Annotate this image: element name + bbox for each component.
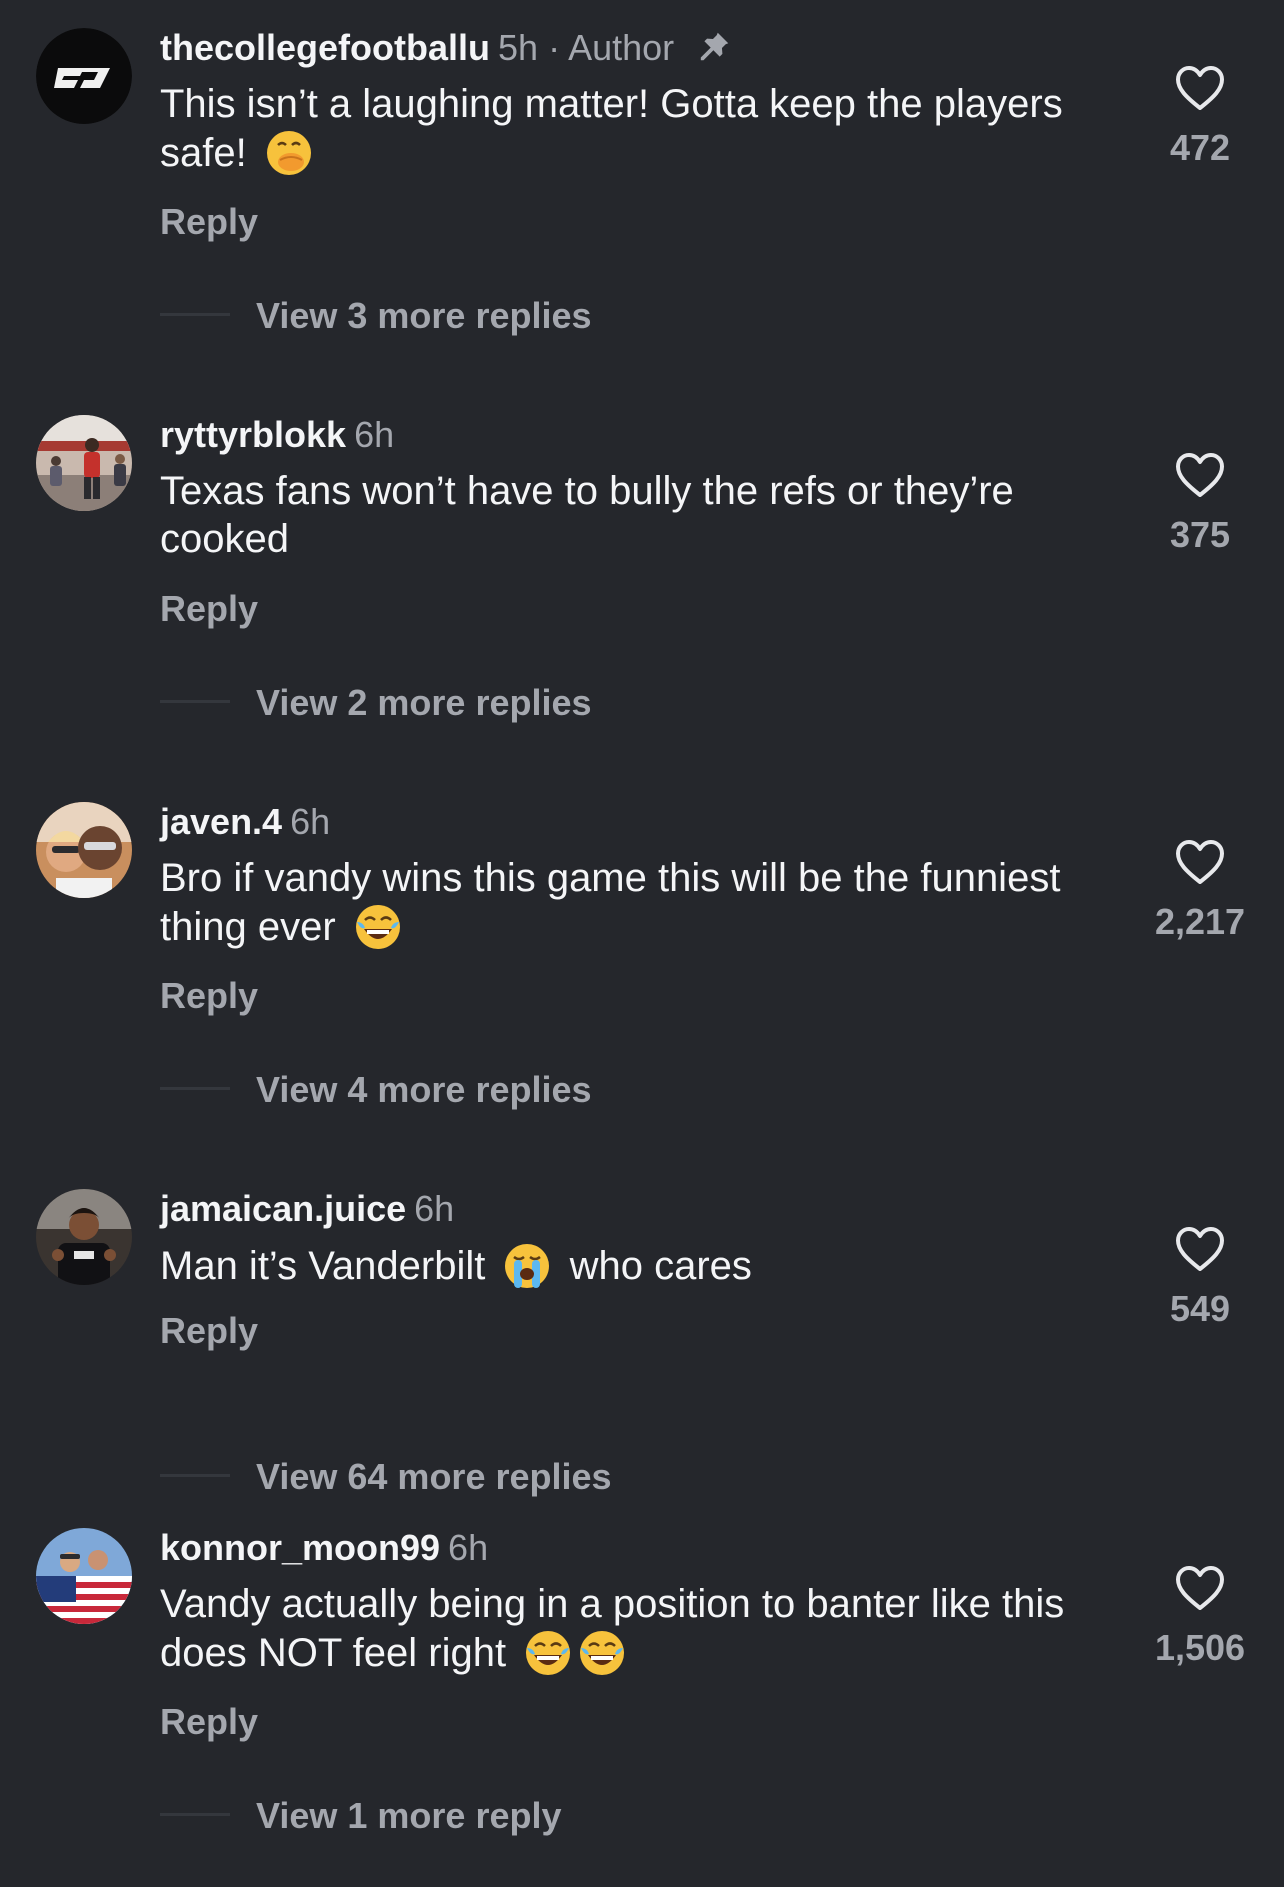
comment-item: javen.4 6h Bro if vandy wins this game th…: [0, 774, 1284, 1161]
view-more-replies-button[interactable]: View 1 more reply: [160, 1794, 562, 1838]
heart-icon[interactable]: [1174, 1564, 1226, 1612]
heart-icon[interactable]: [1174, 451, 1226, 499]
view-more-replies-button[interactable]: View 64 more replies: [160, 1455, 612, 1499]
comment-meta: javen.4 6h: [160, 800, 330, 844]
author-tag: · Author: [548, 27, 675, 68]
comment-meta: jamaican.juice 6h: [160, 1187, 454, 1231]
like-count: 472: [1169, 127, 1231, 168]
like-count: 1,506: [1154, 1627, 1246, 1668]
like-column: 2,217: [1140, 838, 1260, 944]
comment-text: Man it’s Vanderbilt who cares: [160, 1241, 1120, 1291]
comment-item: ryttyrblokk 6h Texas fans won’t have to b…: [0, 387, 1284, 774]
view-more-label: View 3 more replies: [256, 295, 592, 336]
avatar[interactable]: [36, 1189, 132, 1285]
thread-line: [160, 1474, 230, 1477]
like-column: 375: [1140, 451, 1260, 557]
reply-button[interactable]: Reply: [160, 200, 258, 244]
comment-item: jamaican.juice 6h Man it’s Vanderbilt who…: [0, 1161, 1284, 1548]
pin-icon: [700, 32, 729, 61]
avatar[interactable]: [36, 802, 132, 898]
timestamp: 6h: [414, 1188, 455, 1229]
like-column: 1,506: [1140, 1564, 1260, 1670]
comment-text: Bro if vandy wins this game this will be…: [160, 854, 1120, 952]
timestamp: 6h: [448, 1527, 489, 1568]
comment-text: This isn’t a laughing matter! Gotta keep…: [160, 80, 1120, 178]
reply-button[interactable]: Reply: [160, 974, 258, 1018]
comment-item: thecollegefootballu 5h · Author This isn’…: [0, 0, 1284, 387]
heart-icon[interactable]: [1174, 1225, 1226, 1273]
timestamp: 5h: [498, 27, 539, 68]
view-more-replies-button[interactable]: View 2 more replies: [160, 681, 592, 725]
face-with-tears-of-joy-icon: [526, 1631, 571, 1675]
reply-button[interactable]: Reply: [160, 587, 258, 631]
view-more-replies-button[interactable]: View 4 more replies: [160, 1068, 592, 1112]
face-with-tears-of-joy-icon: [580, 1631, 625, 1675]
comment-text-part: Bro if vandy wins this game this will be…: [160, 856, 1061, 949]
comment-text: Vandy actually being in a position to ba…: [160, 1580, 1120, 1678]
reply-button[interactable]: Reply: [160, 1309, 258, 1353]
comment-meta: thecollegefootballu 5h · Author: [160, 26, 732, 70]
face-with-hand-over-mouth-icon: [266, 131, 311, 175]
comment-meta: ryttyrblokk 6h: [160, 413, 394, 457]
like-count: 549: [1169, 1288, 1231, 1329]
avatar[interactable]: [36, 1528, 132, 1624]
comment-text: Texas fans won’t have to bully the refs …: [160, 467, 1120, 563]
username[interactable]: jamaican.juice: [160, 1188, 406, 1229]
comment-text-part: Texas fans won’t have to bully the refs …: [160, 469, 1014, 561]
thread-line: [160, 313, 230, 316]
like-count: 375: [1169, 514, 1231, 555]
username[interactable]: thecollegefootballu: [160, 27, 490, 68]
reply-button[interactable]: Reply: [160, 1700, 258, 1744]
username[interactable]: ryttyrblokk: [160, 414, 346, 455]
user-photo-icon: [36, 1189, 132, 1285]
thread-line: [160, 1087, 230, 1090]
college-football-logo-icon: [36, 28, 132, 124]
avatar[interactable]: [36, 28, 132, 124]
face-with-tears-of-joy-icon: [355, 905, 400, 949]
view-more-label: View 2 more replies: [256, 682, 592, 723]
like-column: 472: [1140, 64, 1260, 170]
comment-meta: konnor_moon99 6h: [160, 1526, 488, 1570]
user-photo-icon: [36, 802, 132, 898]
thread-line: [160, 700, 230, 703]
timestamp: 6h: [354, 414, 395, 455]
timestamp: 6h: [290, 801, 331, 842]
username[interactable]: konnor_moon99: [160, 1527, 440, 1568]
view-more-label: View 1 more reply: [256, 1795, 562, 1836]
view-more-label: View 4 more replies: [256, 1069, 592, 1110]
comment-item: konnor_moon99 6h Vandy actually being in …: [0, 1500, 1284, 1887]
like-count: 2,217: [1154, 901, 1246, 942]
user-photo-icon: [36, 415, 132, 511]
thread-line: [160, 1813, 230, 1816]
view-more-replies-button[interactable]: View 3 more replies: [160, 294, 592, 338]
heart-icon[interactable]: [1174, 838, 1226, 886]
loudly-crying-face-icon: [505, 1244, 550, 1288]
comment-text-part: Man it’s Vanderbilt: [160, 1244, 486, 1288]
view-more-label: View 64 more replies: [256, 1456, 612, 1497]
user-photo-flag-icon: [36, 1528, 132, 1624]
comment-text-part: who cares: [569, 1244, 752, 1288]
like-column: 549: [1140, 1225, 1260, 1331]
heart-icon[interactable]: [1174, 64, 1226, 112]
avatar[interactable]: [36, 415, 132, 511]
username[interactable]: javen.4: [160, 801, 282, 842]
